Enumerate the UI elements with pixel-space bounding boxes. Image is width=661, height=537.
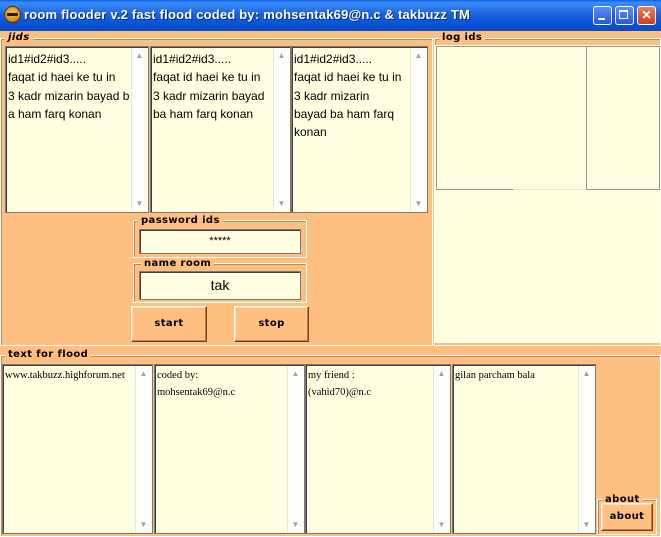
room-name-field[interactable]: tak xyxy=(139,271,301,300)
scroll-up-arrow-icon[interactable]: ▲ xyxy=(579,366,594,381)
minimize-icon[interactable] xyxy=(593,6,612,25)
flood-memo-1-scrollbar[interactable]: ▲ ▼ xyxy=(135,366,151,532)
room-label: name room xyxy=(141,258,215,269)
password-field[interactable]: ***** xyxy=(139,229,301,254)
flood-memo-4-scrollbar[interactable]: ▲ ▼ xyxy=(578,366,594,532)
scroll-down-arrow-icon[interactable]: ▼ xyxy=(434,517,449,532)
jids-memo-3-text: id1#id2#id3..... faqat id haei ke tu in … xyxy=(294,52,402,140)
about-button[interactable]: about xyxy=(601,503,653,531)
window-title: room flooder v.2 fast flood coded by: mo… xyxy=(24,7,471,22)
flood-memo-1[interactable]: www.takbuzz.highforum.net ▲ ▼ xyxy=(2,364,153,534)
jids-memo-2-text: id1#id2#id3..... faqat id haei ke tu in … xyxy=(153,52,265,121)
stop-button[interactable]: stop xyxy=(234,306,309,342)
jids-memo-1-text: id1#id2#id3..... faqat id haei ke tu in … xyxy=(8,52,130,121)
scroll-up-arrow-icon[interactable]: ▲ xyxy=(274,48,289,63)
scroll-down-arrow-icon[interactable]: ▼ xyxy=(288,517,303,532)
maximize-icon[interactable] xyxy=(615,6,634,25)
scroll-up-arrow-icon[interactable]: ▲ xyxy=(136,366,151,381)
flood-label: text for flood xyxy=(5,349,92,360)
flood-memo-2-scrollbar[interactable]: ▲ ▼ xyxy=(287,366,303,532)
log-list-1[interactable] xyxy=(436,46,514,190)
title-bar[interactable]: room flooder v.2 fast flood coded by: mo… xyxy=(0,0,661,31)
scroll-down-arrow-icon[interactable]: ▼ xyxy=(411,196,426,211)
jids-memo-1-scrollbar[interactable]: ▲ ▼ xyxy=(131,48,147,211)
flood-memo-4[interactable]: gilan parcham bala ▲ ▼ xyxy=(452,364,596,534)
jids-memo-3-scrollbar[interactable]: ▲ ▼ xyxy=(410,48,426,211)
scroll-up-arrow-icon[interactable]: ▲ xyxy=(132,48,147,63)
jids-memo-2[interactable]: id1#id2#id3..... faqat id haei ke tu in … xyxy=(150,46,291,213)
jids-memo-3[interactable]: id1#id2#id3..... faqat id haei ke tu in … xyxy=(291,46,428,213)
jids-memo-2-scrollbar[interactable]: ▲ ▼ xyxy=(273,48,289,211)
smiley-bee-icon[interactable] xyxy=(4,6,21,23)
jids-label: jids xyxy=(5,32,33,43)
jids-memo-1[interactable]: id1#id2#id3..... faqat id haei ke tu in … xyxy=(5,46,149,213)
log-list-2[interactable] xyxy=(513,46,586,190)
flood-memo-2[interactable]: coded by: mohsentak69@n.c ▲ ▼ xyxy=(154,364,305,534)
scroll-up-arrow-icon[interactable]: ▲ xyxy=(288,366,303,381)
scroll-up-arrow-icon[interactable]: ▲ xyxy=(434,366,449,381)
scroll-down-arrow-icon[interactable]: ▼ xyxy=(274,196,289,211)
scroll-up-arrow-icon[interactable]: ▲ xyxy=(411,48,426,63)
scroll-down-arrow-icon[interactable]: ▼ xyxy=(579,517,594,532)
log-list-3[interactable] xyxy=(586,46,660,190)
flood-memo-4-text: gilan parcham bala xyxy=(455,370,535,381)
flood-memo-1-text: www.takbuzz.highforum.net xyxy=(5,370,125,381)
flood-memo-3-scrollbar[interactable]: ▲ ▼ xyxy=(433,366,449,532)
flood-memo-3[interactable]: my friend : (vahid70)@n.c ▲ ▼ xyxy=(305,364,451,534)
scroll-down-arrow-icon[interactable]: ▼ xyxy=(132,196,147,211)
flood-memo-2-text: coded by: mohsentak69@n.c xyxy=(157,370,236,398)
log-label: log ids xyxy=(439,32,486,43)
start-button[interactable]: start xyxy=(131,306,207,342)
password-label: password ids xyxy=(138,215,223,226)
scroll-down-arrow-icon[interactable]: ▼ xyxy=(136,517,151,532)
close-icon[interactable]: ✕ xyxy=(637,6,656,25)
flood-memo-3-text: my friend : (vahid70)@n.c xyxy=(308,370,372,398)
